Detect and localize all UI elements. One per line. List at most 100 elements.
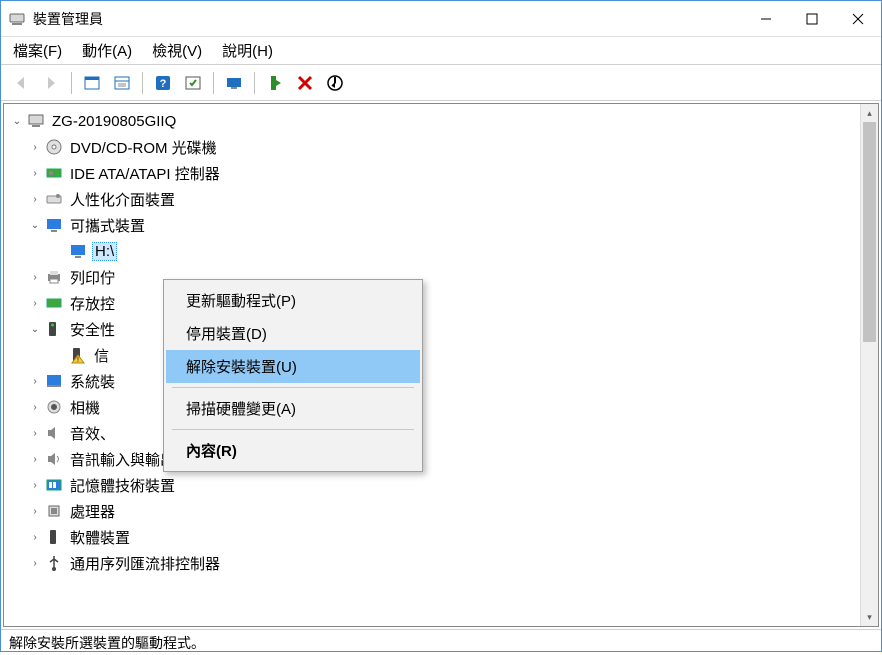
menu-bar: 檔案(F) 動作(A) 檢視(V) 說明(H): [1, 37, 881, 65]
system-icon: [44, 371, 64, 391]
tree-label: 人性化介面裝置: [68, 189, 177, 210]
tree-item-hid[interactable]: › 人性化介面裝置: [4, 186, 860, 212]
tree-item-audio[interactable]: › 音效、: [4, 420, 860, 446]
expand-icon[interactable]: ›: [26, 398, 44, 416]
enable-device-button[interactable]: [261, 69, 289, 97]
tree-item-trust[interactable]: ! 信: [4, 342, 860, 368]
expand-icon[interactable]: ›: [26, 424, 44, 442]
monitor-icon: [68, 241, 88, 261]
device-tree[interactable]: ⌄ ZG-20190805GIIQ › DVD/CD-ROM 光碟機 ›: [4, 104, 860, 626]
expand-icon[interactable]: ›: [26, 372, 44, 390]
scroll-thumb[interactable]: [863, 122, 876, 342]
context-separator: [172, 387, 414, 388]
usb-icon: [44, 553, 64, 573]
storage-icon: [44, 293, 64, 313]
tree-label: 通用序列匯流排控制器: [68, 553, 222, 574]
speaker-icon: [44, 423, 64, 443]
collapse-icon[interactable]: ⌄: [26, 320, 44, 338]
tree-item-memory[interactable]: › 記憶體技術裝置: [4, 472, 860, 498]
controller-icon: [44, 163, 64, 183]
expand-icon[interactable]: ›: [26, 268, 44, 286]
tree-label: 安全性: [68, 319, 117, 340]
forward-button: [37, 69, 65, 97]
tree-label: IDE ATA/ATAPI 控制器: [68, 163, 222, 184]
update-driver-button[interactable]: [220, 69, 248, 97]
tree-item-usb[interactable]: › 通用序列匯流排控制器: [4, 550, 860, 576]
expand-icon[interactable]: ›: [26, 138, 44, 156]
monitor-icon: [44, 215, 64, 235]
tree-item-security[interactable]: ⌄ 安全性: [4, 316, 860, 342]
tree-item-drive-h[interactable]: H:\: [4, 238, 860, 264]
expand-icon[interactable]: ›: [26, 190, 44, 208]
hid-icon: [44, 189, 64, 209]
svg-text:?: ?: [160, 78, 167, 90]
scan-hardware-button[interactable]: [179, 69, 207, 97]
tree-item-cpu[interactable]: › 處理器: [4, 498, 860, 524]
device-tree-panel: ⌄ ZG-20190805GIIQ › DVD/CD-ROM 光碟機 ›: [3, 103, 879, 627]
tree-item-system[interactable]: › 系統裝: [4, 368, 860, 394]
expand-icon[interactable]: ›: [26, 164, 44, 182]
svg-text:!: !: [77, 357, 79, 364]
security-icon: [44, 319, 64, 339]
context-scan-hardware[interactable]: 掃描硬體變更(A): [166, 392, 420, 425]
tree-label: 列印佇: [68, 267, 117, 288]
menu-file[interactable]: 檔案(F): [13, 40, 62, 61]
menu-view[interactable]: 檢視(V): [152, 40, 202, 61]
tree-item-software[interactable]: › 軟體裝置: [4, 524, 860, 550]
minimize-button[interactable]: [743, 1, 789, 37]
expand-icon[interactable]: ›: [26, 476, 44, 494]
collapse-icon[interactable]: ⌄: [8, 112, 26, 130]
context-uninstall-device[interactable]: 解除安裝裝置(U): [166, 350, 420, 383]
tree-item-storage[interactable]: › 存放控: [4, 290, 860, 316]
computer-icon: [26, 111, 46, 131]
tree-item-printer[interactable]: › 列印佇: [4, 264, 860, 290]
collapse-icon[interactable]: ⌄: [26, 216, 44, 234]
maximize-button[interactable]: [789, 1, 835, 37]
toolbar-separator: [71, 72, 72, 94]
tree-item-audio-io[interactable]: › 音訊輸入與輸出: [4, 446, 860, 472]
tree-label: ZG-20190805GIIQ: [50, 113, 178, 130]
expand-icon[interactable]: ›: [26, 528, 44, 546]
disable-device-button[interactable]: [321, 69, 349, 97]
vertical-scrollbar[interactable]: ▴ ▾: [860, 104, 878, 626]
tree-label: 信: [92, 345, 111, 366]
menu-help[interactable]: 說明(H): [222, 40, 273, 61]
tree-item-camera[interactable]: › 相機: [4, 394, 860, 420]
expand-icon[interactable]: ›: [26, 554, 44, 572]
show-hide-console-button[interactable]: [78, 69, 106, 97]
scroll-down-button[interactable]: ▾: [861, 608, 878, 626]
software-icon: [44, 527, 64, 547]
speaker-icon: [44, 449, 64, 469]
close-button[interactable]: [835, 1, 881, 37]
tree-item-ide[interactable]: › IDE ATA/ATAPI 控制器: [4, 160, 860, 186]
tree-label: 音效、: [68, 423, 117, 444]
context-update-driver[interactable]: 更新驅動程式(P): [166, 284, 420, 317]
toolbar-separator: [142, 72, 143, 94]
context-properties[interactable]: 內容(R): [166, 434, 420, 467]
help-button[interactable]: ?: [149, 69, 177, 97]
menu-action[interactable]: 動作(A): [82, 40, 132, 61]
printer-icon: [44, 267, 64, 287]
scroll-up-button[interactable]: ▴: [861, 104, 878, 122]
camera-icon: [44, 397, 64, 417]
expand-icon[interactable]: ›: [26, 294, 44, 312]
toolbar-separator: [254, 72, 255, 94]
toolbar-separator: [213, 72, 214, 94]
spacer: [50, 242, 68, 260]
window-controls: [743, 1, 881, 37]
tree-root[interactable]: ⌄ ZG-20190805GIIQ: [4, 108, 860, 134]
properties-button[interactable]: [108, 69, 136, 97]
tree-label: 處理器: [68, 501, 117, 522]
tree-label: H:\: [92, 242, 117, 261]
context-disable-device[interactable]: 停用裝置(D): [166, 317, 420, 350]
tree-item-portable[interactable]: ⌄ 可攜式裝置: [4, 212, 860, 238]
tree-label: 系統裝: [68, 371, 117, 392]
memory-icon: [44, 475, 64, 495]
context-menu: 更新驅動程式(P) 停用裝置(D) 解除安裝裝置(U) 掃描硬體變更(A) 內容…: [163, 279, 423, 472]
expand-icon[interactable]: ›: [26, 450, 44, 468]
tree-item-dvd[interactable]: › DVD/CD-ROM 光碟機: [4, 134, 860, 160]
expand-icon[interactable]: ›: [26, 502, 44, 520]
tree-label: DVD/CD-ROM 光碟機: [68, 137, 219, 158]
status-bar: 解除安裝所選裝置的驅動程式。: [1, 629, 881, 655]
uninstall-device-button[interactable]: [291, 69, 319, 97]
